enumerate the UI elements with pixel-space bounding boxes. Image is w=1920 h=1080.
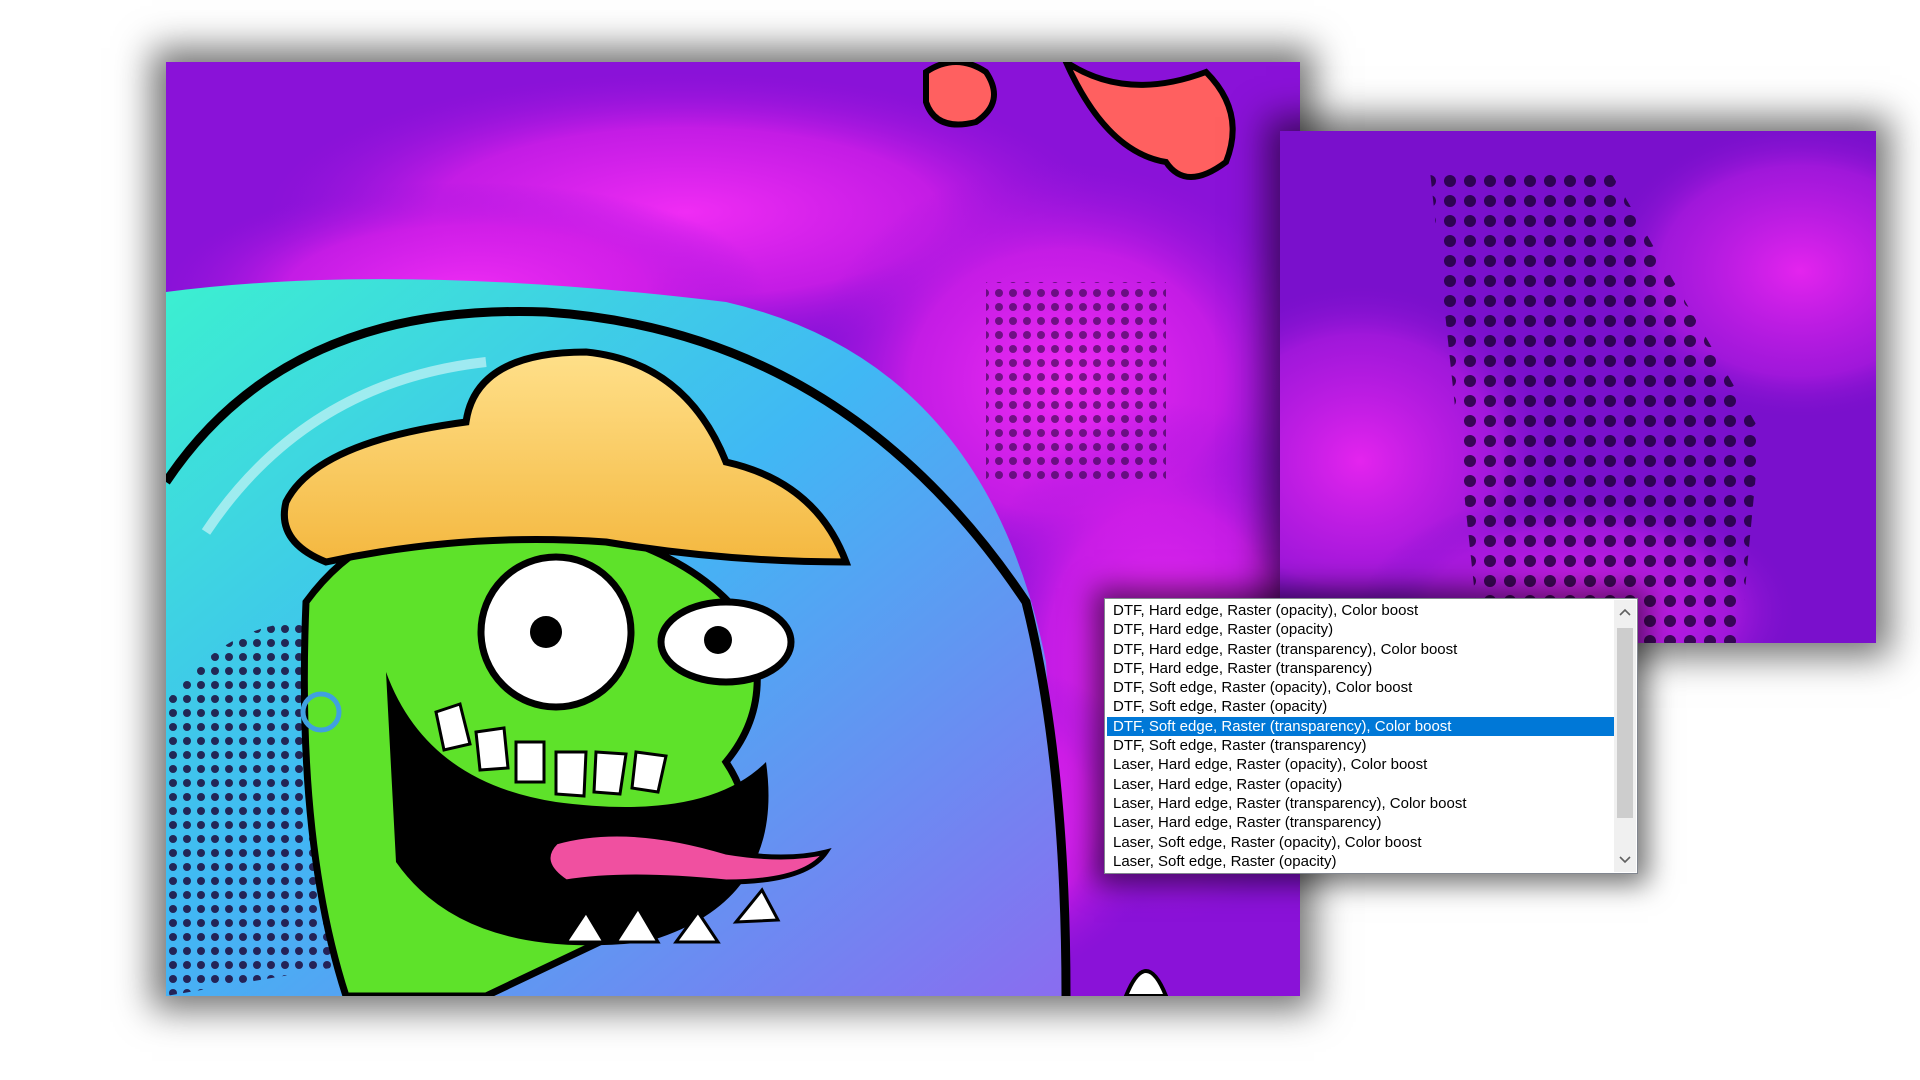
zoomed-halftone-preview [1280,131,1876,643]
zoom-preview-canvas[interactable] [1280,131,1876,643]
scroll-down-button[interactable] [1614,848,1636,872]
chevron-up-icon [1619,608,1631,616]
preset-list-item[interactable]: Laser, Soft edge, Raster (opacity), Colo… [1107,833,1615,852]
preset-list-item[interactable]: DTF, Soft edge, Raster (opacity) [1107,697,1615,716]
preset-list-item[interactable]: DTF, Hard edge, Raster (transparency) [1107,659,1615,678]
vertical-scrollbar[interactable] [1614,600,1636,872]
preset-list-item[interactable]: DTF, Soft edge, Raster (transparency), C… [1107,716,1615,737]
preset-list-item[interactable]: DTF, Hard edge, Raster (opacity), Color … [1107,601,1615,620]
preset-list-item[interactable]: DTF, Soft edge, Raster (opacity), Color … [1107,678,1615,697]
preset-list-item[interactable]: Laser, Hard edge, Raster (transparency) [1107,813,1615,832]
preset-list-item[interactable]: DTF, Hard edge, Raster (transparency), C… [1107,640,1615,659]
preset-list-item[interactable]: DTF, Hard edge, Raster (opacity) [1107,620,1615,639]
preset-list-item[interactable]: Laser, Hard edge, Raster (opacity), Colo… [1107,755,1615,774]
preset-list-item[interactable]: Laser, Soft edge, Raster (opacity) [1107,852,1615,871]
preset-list: DTF, Hard edge, Raster (opacity), Color … [1107,601,1615,871]
screen: DTF, Hard edge, Raster (opacity), Color … [0,0,1920,1080]
chevron-down-icon [1619,856,1631,864]
preset-list-item[interactable]: DTF, Soft edge, Raster (transparency) [1107,736,1615,755]
scroll-up-button[interactable] [1614,600,1636,624]
scroll-thumb[interactable] [1617,628,1633,818]
preset-listbox[interactable]: DTF, Hard edge, Raster (opacity), Color … [1104,598,1638,874]
preset-list-item[interactable]: Laser, Hard edge, Raster (transparency),… [1107,794,1615,813]
preset-list-item[interactable]: Laser, Hard edge, Raster (opacity) [1107,775,1615,794]
